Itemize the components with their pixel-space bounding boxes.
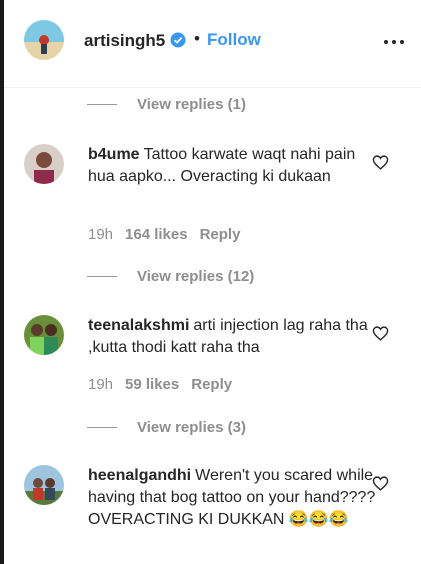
post-header: artisingh5 • Follow [4, 0, 421, 88]
comment-time[interactable]: 19h [88, 226, 113, 243]
comment-username[interactable]: teenalakshmi [88, 317, 189, 334]
avatar[interactable] [24, 465, 64, 505]
view-replies-button[interactable]: View replies (3) [87, 419, 246, 436]
view-replies-label: View replies (1) [137, 96, 246, 113]
reply-button[interactable]: Reply [200, 226, 241, 243]
view-replies-button[interactable]: View replies (1) [87, 96, 246, 113]
comment-likes[interactable]: 59 likes [125, 376, 179, 393]
divider-line [87, 276, 117, 277]
comment-username[interactable]: b4ume [88, 146, 140, 163]
view-replies-label: View replies (12) [137, 268, 255, 285]
comment-meta: 19h 59 likes Reply [88, 376, 232, 393]
divider-line [87, 104, 117, 105]
header-separator: • [194, 29, 200, 48]
avatar[interactable] [24, 315, 64, 355]
comment-meta: 19h 164 likes Reply [88, 226, 240, 243]
verified-badge-icon [170, 32, 186, 48]
heart-icon[interactable] [372, 475, 389, 492]
reply-button[interactable]: Reply [191, 376, 232, 393]
comment-body: heenalgandhi Weren't you scared while hav… [88, 465, 378, 531]
more-options-icon[interactable] [384, 40, 404, 44]
profile-avatar[interactable] [24, 20, 64, 60]
comment-time[interactable]: 19h [88, 376, 113, 393]
heart-icon[interactable] [372, 325, 389, 342]
header-username[interactable]: artisingh5 [84, 31, 165, 51]
comment-body: b4ume Tattoo karwate waqt nahi pain hua a… [88, 144, 378, 188]
comment-username[interactable]: heenalgandhi [88, 467, 191, 484]
view-replies-button[interactable]: View replies (12) [87, 268, 254, 285]
heart-icon[interactable] [372, 154, 389, 171]
comment-body: teenalakshmi arti injection lag raha tha … [88, 315, 378, 359]
avatar[interactable] [24, 144, 64, 184]
follow-button[interactable]: Follow [207, 30, 261, 50]
view-replies-label: View replies (3) [137, 419, 246, 436]
divider-line [87, 427, 117, 428]
comment-likes[interactable]: 164 likes [125, 226, 188, 243]
